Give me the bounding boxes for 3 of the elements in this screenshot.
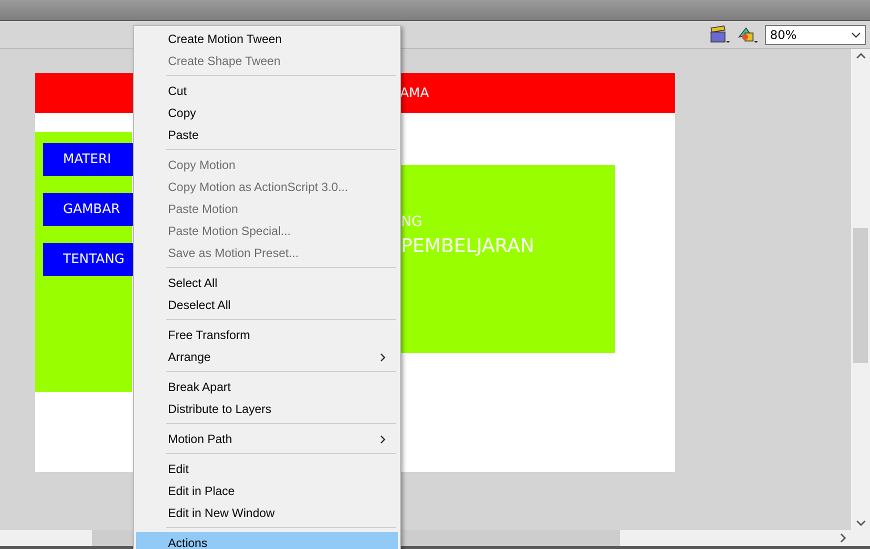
header-title: AMA: [400, 86, 430, 100]
content-text: PEMBELJARAN: [401, 234, 536, 259]
content-text: NG: [401, 213, 424, 232]
